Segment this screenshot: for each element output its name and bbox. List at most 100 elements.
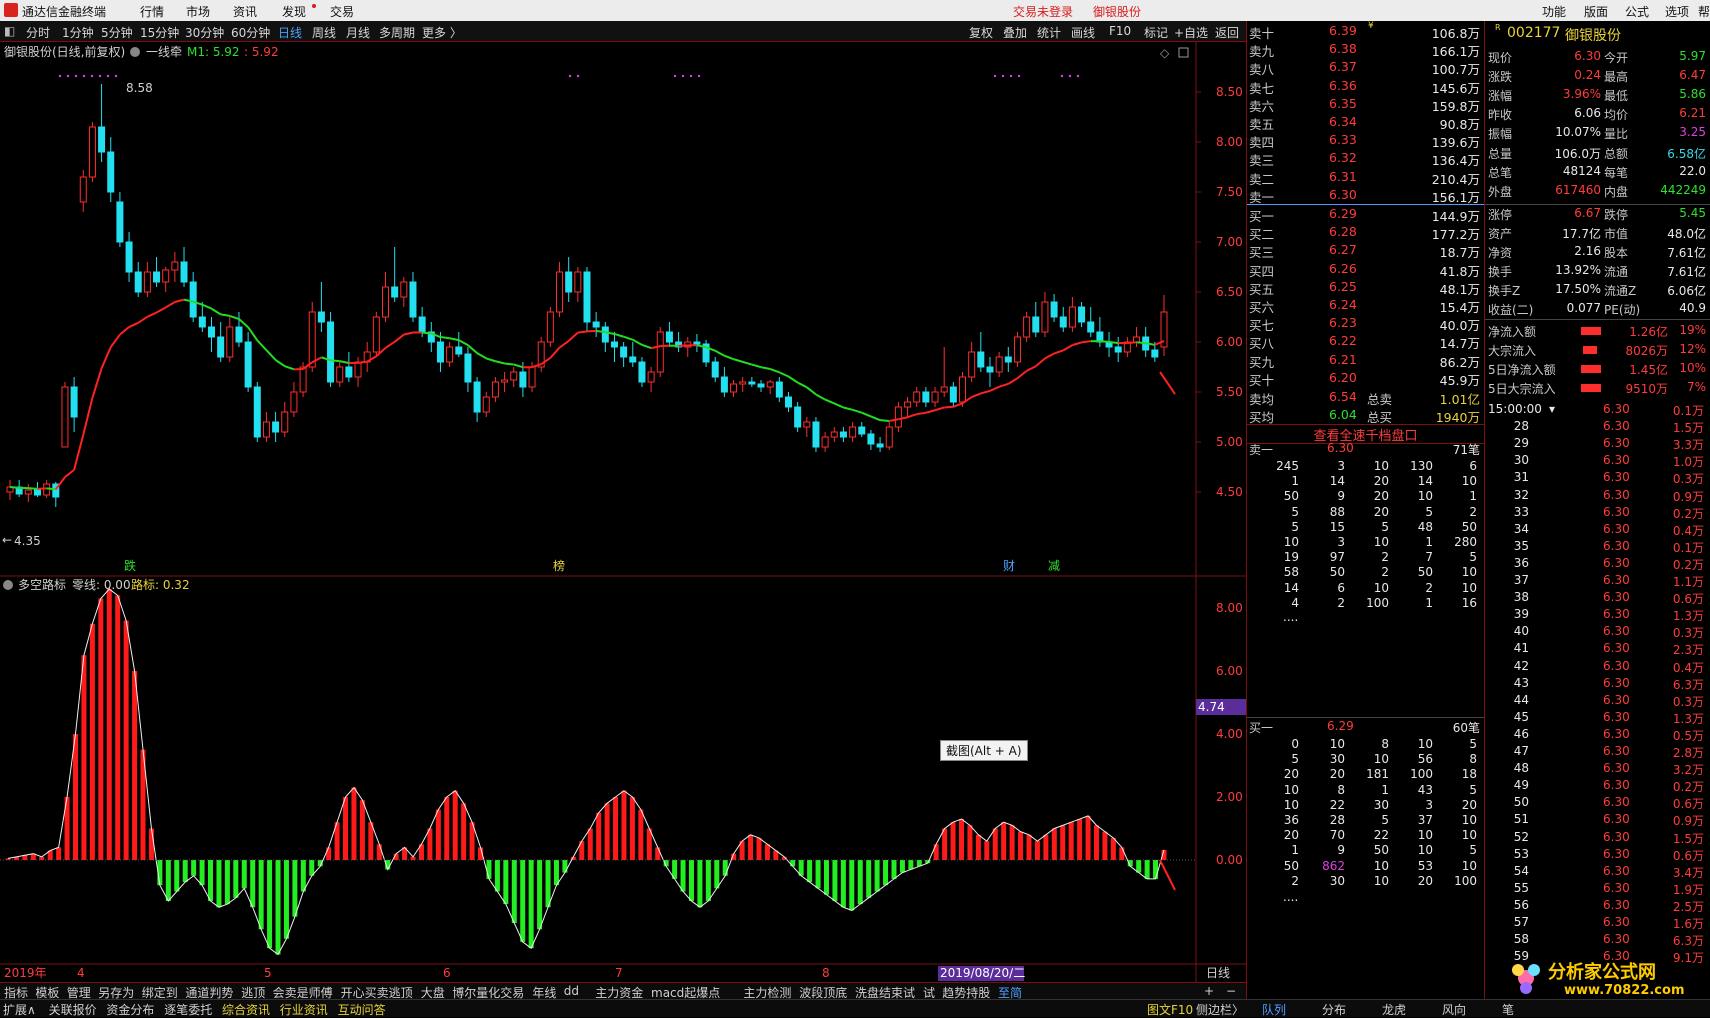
candle-body	[1115, 347, 1121, 352]
buy-level[interactable]: 买三6.2718.7万	[1247, 242, 1484, 260]
btn-mark[interactable]: 标记	[1144, 24, 1168, 41]
zoom-in-button[interactable]: +	[1204, 984, 1214, 998]
indicator-tab[interactable]: dd	[564, 984, 579, 998]
sell-price: 6.38	[1329, 41, 1357, 56]
menu-news[interactable]: 资讯	[233, 3, 257, 20]
side-tab[interactable]: 队列	[1262, 1001, 1286, 1018]
period-multi[interactable]: 多周期	[379, 24, 415, 41]
time-period[interactable]: 日线	[1206, 966, 1230, 980]
zoom-out-button[interactable]: −	[1226, 984, 1236, 998]
bottom-tab[interactable]: 资金分布	[106, 1001, 154, 1018]
period-tick[interactable]: 分时	[26, 24, 50, 41]
ma-segment	[944, 407, 953, 408]
bottom-tab[interactable]: 互动问答	[338, 1001, 386, 1018]
chart-maximize-icon[interactable]	[1179, 48, 1188, 57]
menu-trade[interactable]: 交易	[330, 3, 354, 20]
login-status[interactable]: 交易未登录	[1013, 3, 1073, 20]
period-weekly[interactable]: 周线	[312, 24, 336, 41]
menu-function[interactable]: 功能	[1542, 3, 1566, 20]
subchart-toggle-icon[interactable]	[3, 580, 13, 590]
tick-second: 43	[1505, 676, 1529, 690]
buy-level[interactable]: 买七6.2340.0万	[1247, 315, 1484, 333]
menu-discover[interactable]: 发现	[282, 3, 306, 20]
candle-body	[749, 382, 755, 384]
queue-cell: 10	[1349, 859, 1389, 873]
side-tab[interactable]: 笔	[1502, 1001, 1514, 1018]
btn-fuquan[interactable]: 复权	[969, 24, 993, 41]
menu-market[interactable]: 市场	[186, 3, 210, 20]
buy-level[interactable]: 买五6.2548.1万	[1247, 279, 1484, 297]
sell-level[interactable]: 卖六6.35159.8万	[1247, 96, 1484, 114]
buy-level[interactable]: 买九6.2186.2万	[1247, 352, 1484, 370]
marker-drop[interactable]: 跌	[124, 558, 136, 573]
kline-chart[interactable]: 御银股份(日线,前复权) 一线牵 M1: 5.92 : 5.92 ◇ 8.508…	[0, 42, 1246, 982]
sell-level[interactable]: 卖九6.38166.1万	[1247, 41, 1484, 59]
btn-stats[interactable]: 统计	[1037, 24, 1061, 41]
ma-segment	[202, 305, 211, 309]
buy-level[interactable]: 买六6.2415.4万	[1247, 297, 1484, 315]
period-toolbar: ◧ 分时 1分钟 5分钟 15分钟 30分钟 60分钟 日线 周线 月线 多周期…	[0, 21, 1246, 42]
btn-back[interactable]: 返回	[1215, 24, 1239, 41]
tick-dropdown-icon[interactable]: ▾	[1549, 402, 1555, 416]
bottom-tab[interactable]: 综合资讯	[222, 1001, 270, 1018]
period-daily[interactable]: 日线	[278, 24, 302, 41]
f10-link[interactable]: 图文F10	[1147, 1001, 1193, 1018]
subchart-axis-label: 6.00	[1216, 664, 1243, 678]
panel-toggle-icon[interactable]: ◧	[4, 24, 15, 38]
buy-level[interactable]: 买八6.2214.7万	[1247, 333, 1484, 351]
indicator-toggle-icon[interactable]	[130, 47, 140, 57]
marker-rank[interactable]: 榜	[553, 558, 565, 573]
sell-level[interactable]: 卖十6.39106.8万¥	[1247, 23, 1484, 41]
side-tab[interactable]: 龙虎	[1382, 1001, 1406, 1018]
period-30min[interactable]: 30分钟	[185, 24, 224, 41]
btn-add-watchlist[interactable]: +自选	[1174, 24, 1208, 41]
sell-level[interactable]: 卖三6.32136.4万	[1247, 150, 1484, 168]
marker-finance[interactable]: 财	[1003, 559, 1015, 573]
tick-price: 6.30	[1603, 624, 1630, 638]
period-monthly[interactable]: 月线	[346, 24, 370, 41]
period-1min[interactable]: 1分钟	[62, 24, 94, 41]
bottom-tab[interactable]: 扩展∧	[3, 1001, 36, 1018]
menu-market-quote[interactable]: 行情	[140, 3, 164, 20]
queue-cell: 30	[1349, 798, 1389, 812]
chart-diamond-icon[interactable]: ◇	[1160, 46, 1170, 60]
buy-level[interactable]: 买十6.2045.9万	[1247, 370, 1484, 388]
side-tab[interactable]: 风向	[1442, 1001, 1466, 1018]
queue-more[interactable]: ....	[1283, 610, 1298, 624]
period-more[interactable]: 更多 〉	[422, 24, 462, 41]
sell-level[interactable]: 卖一6.30156.1万	[1247, 187, 1484, 205]
menu-layout[interactable]: 版面	[1584, 3, 1608, 20]
sell-level[interactable]: 卖七6.36145.6万	[1247, 78, 1484, 96]
bottom-tab[interactable]: 行业资讯	[280, 1001, 328, 1018]
marker-reduce[interactable]: 减	[1048, 559, 1060, 573]
flow-bar	[1581, 384, 1601, 392]
queue-cell: 22	[1349, 828, 1389, 842]
btn-f10[interactable]: F10	[1109, 24, 1131, 38]
period-5min[interactable]: 5分钟	[101, 24, 133, 41]
queue-cell: 5	[1393, 505, 1433, 519]
period-15min[interactable]: 15分钟	[140, 24, 179, 41]
btn-overlay[interactable]: 叠加	[1003, 24, 1027, 41]
btn-draw[interactable]: 画线	[1071, 24, 1095, 41]
menu-help[interactable]: 帮	[1698, 3, 1710, 20]
bottom-tab[interactable]: 关联报价	[49, 1001, 97, 1018]
ma-segment	[340, 361, 349, 363]
menu-options[interactable]: 选项	[1665, 3, 1689, 20]
side-tab[interactable]: 分布	[1322, 1001, 1346, 1018]
buy-level[interactable]: 买一6.29144.9万	[1247, 206, 1484, 224]
sell-level[interactable]: 卖四6.33139.6万	[1247, 132, 1484, 150]
period-60min[interactable]: 60分钟	[231, 24, 270, 41]
subchart-bar	[951, 822, 956, 860]
tick-start-time: 15:00:00	[1488, 402, 1542, 416]
sidebar-toggle[interactable]: 侧边栏〉	[1196, 1001, 1244, 1018]
buy-level[interactable]: 买二6.28177.2万	[1247, 224, 1484, 242]
sell-level[interactable]: 卖五6.3490.8万	[1247, 114, 1484, 132]
candle-body	[740, 382, 746, 384]
menu-formula[interactable]: 公式	[1625, 3, 1649, 20]
buy-level[interactable]: 买四6.2641.8万	[1247, 261, 1484, 279]
queue-cell: 100	[1349, 596, 1389, 610]
queue-more[interactable]: ....	[1283, 890, 1298, 904]
sell-level[interactable]: 卖二6.31210.4万	[1247, 169, 1484, 187]
bottom-tab[interactable]: 逐笔委托	[164, 1001, 212, 1018]
sell-level[interactable]: 卖八6.37100.7万	[1247, 59, 1484, 77]
